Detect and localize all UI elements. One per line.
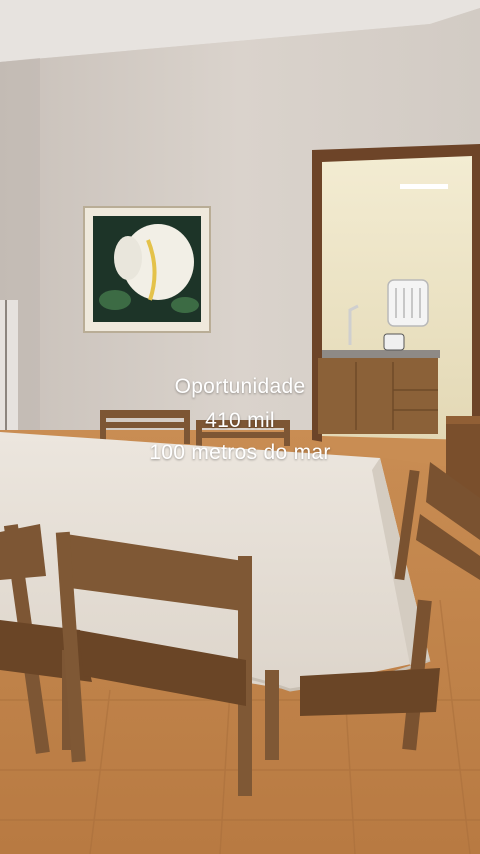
caption-opportunity: Oportunidade — [174, 375, 306, 398]
framed-painting — [83, 206, 211, 333]
caption-distance: 100 metros do mar — [149, 441, 331, 464]
caption-price: 410 mil — [205, 409, 275, 432]
